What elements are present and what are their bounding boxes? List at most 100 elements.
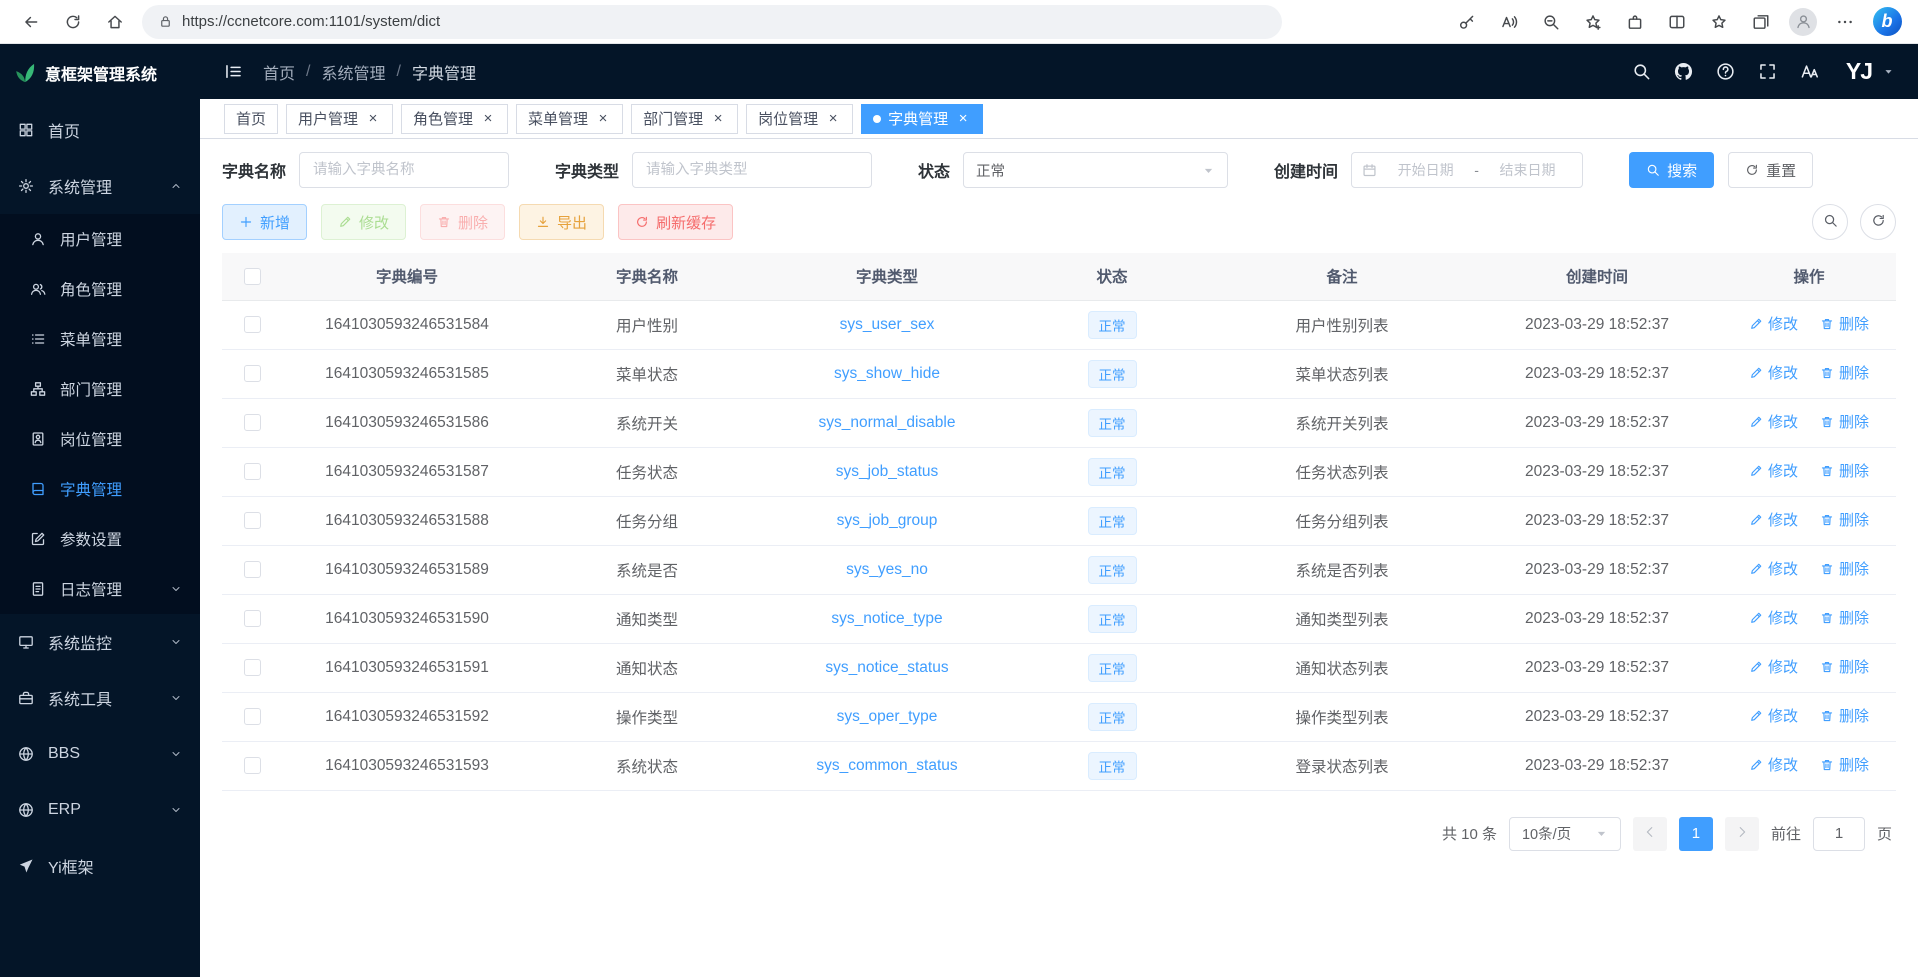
- row-checkbox[interactable]: [244, 610, 261, 627]
- row-delete-button[interactable]: 删除: [1820, 705, 1869, 726]
- home-icon[interactable]: [96, 4, 134, 40]
- row-delete-button[interactable]: 删除: [1820, 362, 1869, 383]
- sidebar-item-yi[interactable]: Yi框架: [0, 838, 200, 894]
- sidebar-item-post[interactable]: 岗位管理: [0, 414, 200, 464]
- address-bar[interactable]: https://ccnetcore.com:1101/system/dict: [142, 5, 1282, 39]
- row-edit-button[interactable]: 修改: [1749, 313, 1798, 334]
- dict-type-link[interactable]: sys_notice_type: [831, 610, 942, 627]
- profile-avatar[interactable]: [1784, 4, 1822, 40]
- dict-type-link[interactable]: sys_yes_no: [846, 561, 928, 578]
- row-checkbox[interactable]: [244, 561, 261, 578]
- tab-close-icon[interactable]: ×: [825, 111, 841, 127]
- sidebar-item-dict[interactable]: 字典管理: [0, 464, 200, 514]
- edit-button[interactable]: 修改: [321, 204, 406, 240]
- github-icon[interactable]: [1674, 62, 1693, 81]
- tab-close-icon[interactable]: ×: [365, 111, 381, 127]
- row-edit-button[interactable]: 修改: [1749, 558, 1798, 579]
- dict-type-link[interactable]: sys_oper_type: [837, 708, 938, 725]
- fullscreen-icon[interactable]: [1758, 62, 1777, 81]
- key-icon[interactable]: [1448, 4, 1486, 40]
- sidebar-item-param[interactable]: 参数设置: [0, 514, 200, 564]
- row-delete-button[interactable]: 删除: [1820, 509, 1869, 530]
- tab-home[interactable]: 首页: [224, 104, 278, 134]
- sidebar-item-system[interactable]: 系统管理: [0, 158, 200, 214]
- goto-page-input[interactable]: [1813, 817, 1865, 851]
- more-icon[interactable]: [1826, 4, 1864, 40]
- sidebar-item-menu[interactable]: 菜单管理: [0, 314, 200, 364]
- row-edit-button[interactable]: 修改: [1749, 705, 1798, 726]
- tab-user[interactable]: 用户管理×: [286, 104, 393, 134]
- row-edit-button[interactable]: 修改: [1749, 362, 1798, 383]
- row-delete-button[interactable]: 删除: [1820, 558, 1869, 579]
- page-number-button[interactable]: 1: [1679, 817, 1713, 851]
- row-delete-button[interactable]: 删除: [1820, 313, 1869, 334]
- dict-name-input[interactable]: [299, 152, 509, 188]
- sidebar-item-dept[interactable]: 部门管理: [0, 364, 200, 414]
- split-screen-icon[interactable]: [1658, 4, 1696, 40]
- row-edit-button[interactable]: 修改: [1749, 754, 1798, 775]
- row-checkbox[interactable]: [244, 512, 261, 529]
- refresh-table-button[interactable]: [1860, 204, 1896, 240]
- row-checkbox[interactable]: [244, 757, 261, 774]
- sidebar-item-home[interactable]: 首页: [0, 102, 200, 158]
- breadcrumb-item[interactable]: 首页: [263, 60, 295, 84]
- export-button[interactable]: 导出: [519, 204, 604, 240]
- date-range-picker[interactable]: 开始日期 - 结束日期: [1351, 152, 1583, 188]
- reset-button[interactable]: 重置: [1728, 152, 1813, 188]
- row-delete-button[interactable]: 删除: [1820, 607, 1869, 628]
- status-select[interactable]: 正常: [963, 152, 1228, 188]
- row-checkbox[interactable]: [244, 463, 261, 480]
- dict-type-link[interactable]: sys_job_group: [837, 512, 938, 529]
- row-delete-button[interactable]: 删除: [1820, 411, 1869, 432]
- sidebar-item-user[interactable]: 用户管理: [0, 214, 200, 264]
- favorites-add-icon[interactable]: [1574, 4, 1612, 40]
- row-checkbox[interactable]: [244, 708, 261, 725]
- prev-page-button[interactable]: [1633, 817, 1667, 851]
- row-checkbox[interactable]: [244, 316, 261, 333]
- user-logo[interactable]: YJ: [1846, 58, 1872, 85]
- extensions-icon[interactable]: [1616, 4, 1654, 40]
- row-delete-button[interactable]: 删除: [1820, 754, 1869, 775]
- font-size-icon[interactable]: [1800, 62, 1819, 81]
- row-edit-button[interactable]: 修改: [1749, 411, 1798, 432]
- next-page-button[interactable]: [1725, 817, 1759, 851]
- add-button[interactable]: 新增: [222, 204, 307, 240]
- dict-type-link[interactable]: sys_common_status: [816, 757, 957, 774]
- row-edit-button[interactable]: 修改: [1749, 509, 1798, 530]
- dict-type-input[interactable]: [632, 152, 872, 188]
- tab-close-icon[interactable]: ×: [595, 111, 611, 127]
- read-aloud-icon[interactable]: [1490, 4, 1528, 40]
- row-edit-button[interactable]: 修改: [1749, 656, 1798, 677]
- row-delete-button[interactable]: 删除: [1820, 656, 1869, 677]
- sidebar-item-tools[interactable]: 系统工具: [0, 670, 200, 726]
- delete-button[interactable]: 删除: [420, 204, 505, 240]
- sidebar-item-bbs[interactable]: BBS: [0, 726, 200, 782]
- zoom-out-icon[interactable]: [1532, 4, 1570, 40]
- search-icon[interactable]: [1632, 62, 1651, 81]
- refresh-icon[interactable]: [54, 4, 92, 40]
- row-edit-button[interactable]: 修改: [1749, 460, 1798, 481]
- app-logo[interactable]: 意框架管理系统: [0, 44, 200, 102]
- sidebar-item-log[interactable]: 日志管理: [0, 564, 200, 614]
- refresh-cache-button[interactable]: 刷新缓存: [618, 204, 733, 240]
- tab-dict[interactable]: 字典管理×: [861, 104, 983, 134]
- page-size-select[interactable]: 10条/页: [1509, 817, 1621, 851]
- back-icon[interactable]: [12, 4, 50, 40]
- sidebar-toggle-icon[interactable]: [224, 62, 243, 81]
- sidebar-item-erp[interactable]: ERP: [0, 782, 200, 838]
- select-all-checkbox[interactable]: [244, 268, 261, 285]
- row-checkbox[interactable]: [244, 659, 261, 676]
- dict-type-link[interactable]: sys_user_sex: [840, 316, 935, 333]
- tab-role[interactable]: 角色管理×: [401, 104, 508, 134]
- tab-close-icon[interactable]: ×: [480, 111, 496, 127]
- dict-type-link[interactable]: sys_notice_status: [825, 659, 948, 676]
- search-button[interactable]: 搜索: [1629, 152, 1714, 188]
- collections-icon[interactable]: [1742, 4, 1780, 40]
- sidebar-item-monitor[interactable]: 系统监控: [0, 614, 200, 670]
- tab-menu[interactable]: 菜单管理×: [516, 104, 623, 134]
- row-checkbox[interactable]: [244, 365, 261, 382]
- dict-type-link[interactable]: sys_job_status: [836, 463, 939, 480]
- tab-close-icon[interactable]: ×: [955, 111, 971, 127]
- sidebar-item-role[interactable]: 角色管理: [0, 264, 200, 314]
- favorites-icon[interactable]: [1700, 4, 1738, 40]
